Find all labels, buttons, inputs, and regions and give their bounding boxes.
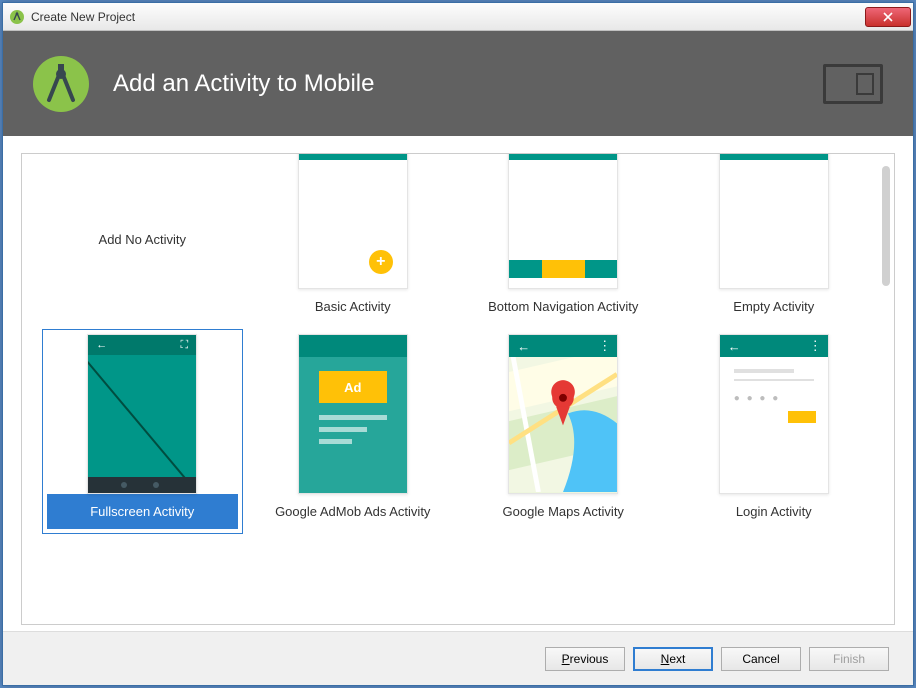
device-form-factor-icon bbox=[823, 64, 883, 104]
template-bottom-navigation-activity[interactable]: Bottom Navigation Activity bbox=[463, 154, 664, 329]
fab-icon: + bbox=[369, 250, 393, 274]
dialog-window: Create New Project Add an Activity to Mo… bbox=[2, 2, 914, 686]
template-thumbnail: ← ⛶ bbox=[87, 334, 197, 494]
android-studio-logo bbox=[33, 56, 89, 112]
template-label: Basic Activity bbox=[258, 289, 449, 324]
template-basic-activity[interactable]: + Basic Activity bbox=[253, 154, 454, 329]
back-icon: ← bbox=[517, 339, 530, 354]
banner-heading: Add an Activity to Mobile bbox=[113, 70, 823, 98]
back-icon: ← bbox=[728, 339, 741, 354]
template-no-activity[interactable]: Add No Activity bbox=[42, 154, 243, 329]
overflow-icon: ⋮ bbox=[809, 338, 820, 354]
template-thumbnail: ← ⋮ ● ● ● ● bbox=[719, 334, 829, 494]
titlebar: Create New Project bbox=[3, 3, 913, 31]
template-thumbnail: + bbox=[298, 154, 408, 289]
previous-button[interactable]: Previous bbox=[545, 647, 625, 671]
template-thumbnail bbox=[508, 154, 618, 289]
template-thumbnail bbox=[719, 154, 829, 289]
next-button[interactable]: Next bbox=[633, 647, 713, 671]
password-dots-icon: ● ● ● ● bbox=[734, 393, 781, 404]
template-label: Bottom Navigation Activity bbox=[468, 289, 659, 324]
cancel-button[interactable]: Cancel bbox=[721, 647, 801, 671]
template-label: Empty Activity bbox=[679, 289, 870, 324]
ad-badge: Ad bbox=[319, 371, 387, 403]
back-icon: ← bbox=[96, 339, 107, 351]
fullscreen-expand-icon: ⛶ bbox=[181, 339, 189, 352]
map-icon bbox=[509, 335, 617, 492]
template-login-activity[interactable]: ← ⋮ ● ● ● ● Login Activity bbox=[674, 329, 875, 534]
overflow-icon: ⋮ bbox=[598, 338, 609, 354]
close-button[interactable] bbox=[865, 7, 911, 27]
template-empty-activity[interactable]: Empty Activity bbox=[674, 154, 875, 329]
window-title: Create New Project bbox=[31, 10, 865, 24]
template-fullscreen-activity[interactable]: ← ⛶ Fullscreen Activity bbox=[42, 329, 243, 534]
template-google-admob-ads-activity[interactable]: Ad Google AdMob Ads Activity bbox=[253, 329, 454, 534]
scrollbar[interactable] bbox=[882, 166, 890, 286]
finish-button[interactable]: Finish bbox=[809, 647, 889, 671]
template-label: Fullscreen Activity bbox=[47, 494, 238, 529]
template-thumbnail: ← ⋮ bbox=[508, 334, 618, 494]
template-label: Google Maps Activity bbox=[468, 494, 659, 529]
template-label: Login Activity bbox=[679, 494, 870, 529]
template-google-maps-activity[interactable]: ← ⋮ Google Maps Activity bbox=[463, 329, 664, 534]
wizard-banner: Add an Activity to Mobile bbox=[3, 31, 913, 136]
template-gallery: Add No Activity + Basic Activity Bottom … bbox=[21, 153, 895, 625]
close-icon bbox=[883, 12, 893, 22]
android-studio-icon bbox=[9, 9, 25, 25]
wizard-footer: Previous Next Cancel Finish bbox=[3, 631, 913, 685]
template-thumbnail: Ad bbox=[298, 334, 408, 494]
template-label: Google AdMob Ads Activity bbox=[258, 494, 449, 529]
template-label: Add No Activity bbox=[47, 159, 238, 319]
